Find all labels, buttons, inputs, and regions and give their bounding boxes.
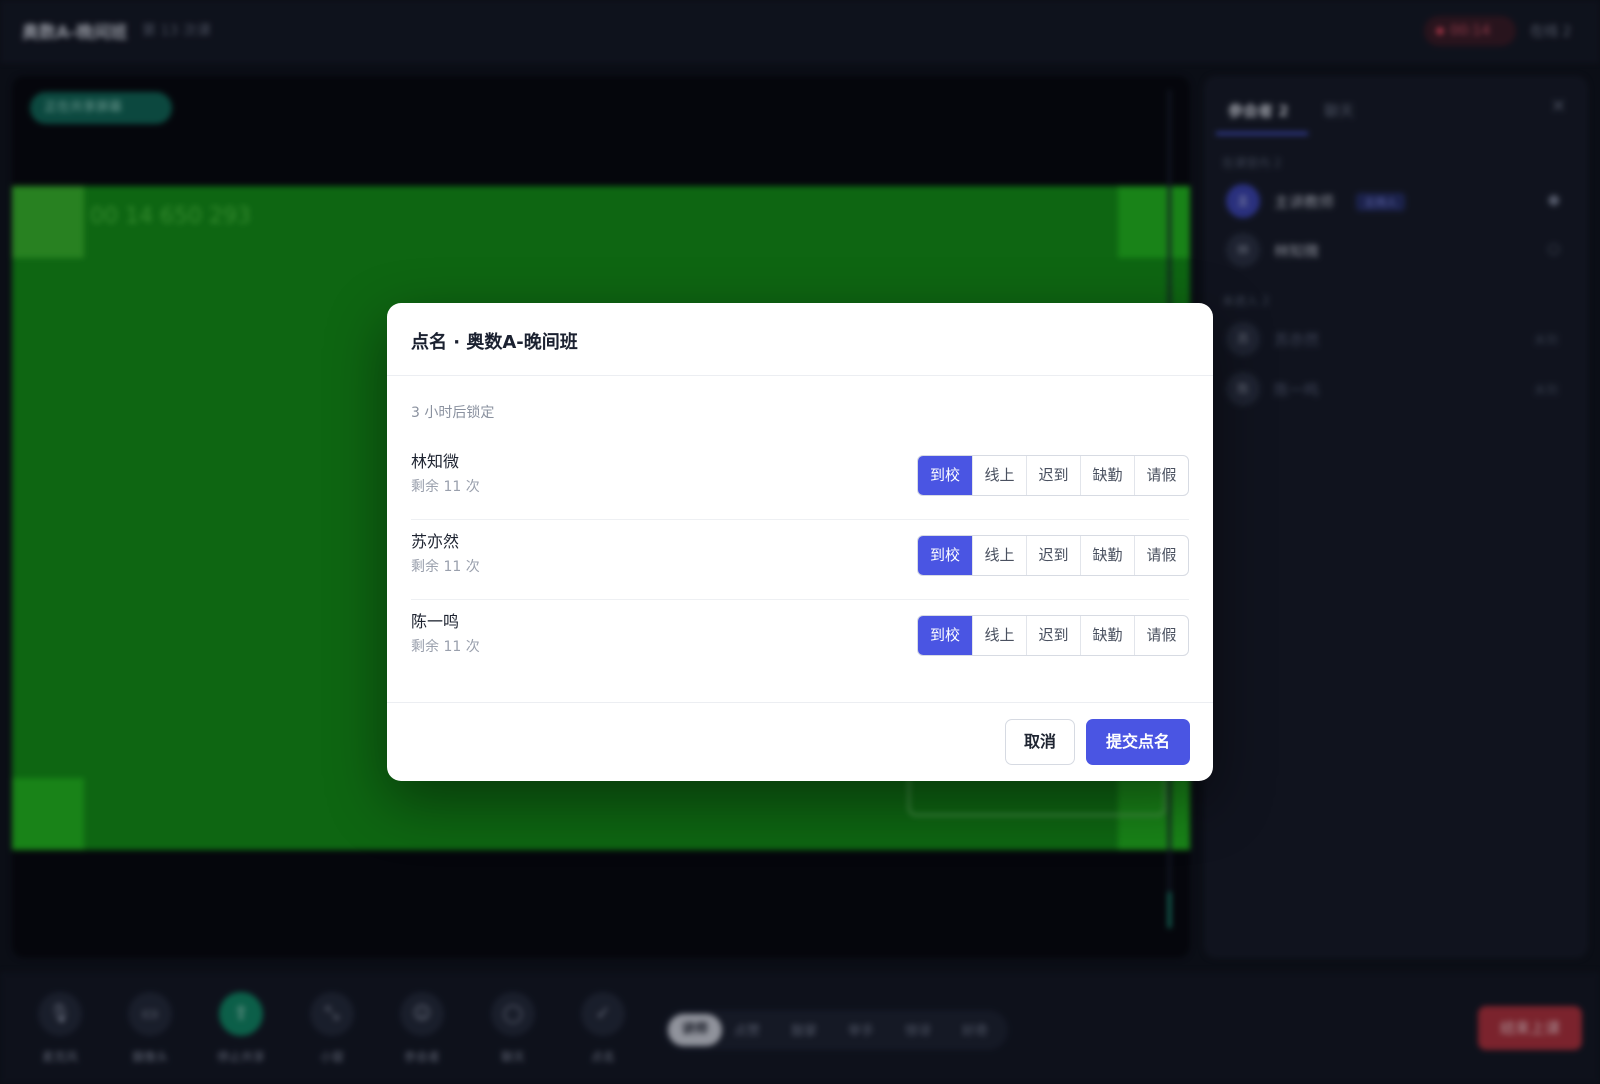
option-leave[interactable]: 请假 (1134, 536, 1188, 575)
remaining-sessions: 剩余 11 次 (411, 639, 480, 655)
option-at-school[interactable]: 到校 (918, 616, 972, 655)
option-leave[interactable]: 请假 (1134, 456, 1188, 495)
option-absent[interactable]: 缺勤 (1080, 456, 1134, 495)
dialog-footer-divider (387, 702, 1213, 703)
option-online[interactable]: 线上 (972, 536, 1026, 575)
option-online[interactable]: 线上 (972, 616, 1026, 655)
option-late[interactable]: 迟到 (1026, 616, 1080, 655)
student-name: 林知微 (411, 452, 460, 471)
lock-notice: 3 小时后锁定 (411, 405, 495, 421)
option-at-school[interactable]: 到校 (918, 536, 972, 575)
remaining-sessions: 剩余 11 次 (411, 559, 480, 575)
dialog-title: 点名 · 奥数A-晚间班 (411, 332, 578, 353)
option-late[interactable]: 迟到 (1026, 536, 1080, 575)
submit-roll-call-button[interactable]: 提交点名 (1086, 719, 1190, 765)
attendance-selector: 到校 线上 迟到 缺勤 请假 (917, 615, 1189, 656)
student-name: 陈一鸣 (411, 612, 460, 631)
attendance-selector: 到校 线上 迟到 缺勤 请假 (917, 535, 1189, 576)
remaining-sessions: 剩余 11 次 (411, 479, 480, 495)
roll-call-dialog: 点名 · 奥数A-晚间班 3 小时后锁定 林知微 剩余 11 次 到校 线上 迟… (387, 303, 1213, 781)
option-online[interactable]: 线上 (972, 456, 1026, 495)
attendance-selector: 到校 线上 迟到 缺勤 请假 (917, 455, 1189, 496)
option-leave[interactable]: 请假 (1134, 616, 1188, 655)
student-row: 林知微 剩余 11 次 到校 线上 迟到 缺勤 请假 (411, 440, 1189, 520)
option-at-school[interactable]: 到校 (918, 456, 972, 495)
student-row: 陈一鸣 剩余 11 次 到校 线上 迟到 缺勤 请假 (411, 600, 1189, 680)
option-absent[interactable]: 缺勤 (1080, 616, 1134, 655)
student-row: 苏亦然 剩余 11 次 到校 线上 迟到 缺勤 请假 (411, 520, 1189, 600)
student-name: 苏亦然 (411, 532, 460, 551)
option-absent[interactable]: 缺勤 (1080, 536, 1134, 575)
cancel-button[interactable]: 取消 (1005, 719, 1075, 765)
dialog-header: 点名 · 奥数A-晚间班 (387, 303, 1213, 376)
option-late[interactable]: 迟到 (1026, 456, 1080, 495)
